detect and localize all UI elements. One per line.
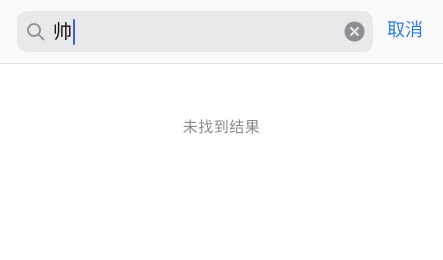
- search-icon: [27, 23, 45, 41]
- text-cursor: [73, 19, 75, 45]
- no-results-message: 未找到结果: [182, 118, 261, 136]
- search-query-text[interactable]: 帅: [53, 20, 72, 44]
- search-header: 帅 取消: [0, 0, 443, 64]
- search-field[interactable]: 帅: [17, 11, 373, 52]
- search-results-area: 未找到结果: [0, 64, 443, 260]
- cancel-button[interactable]: 取消: [387, 17, 423, 45]
- clear-icon[interactable]: [344, 21, 365, 42]
